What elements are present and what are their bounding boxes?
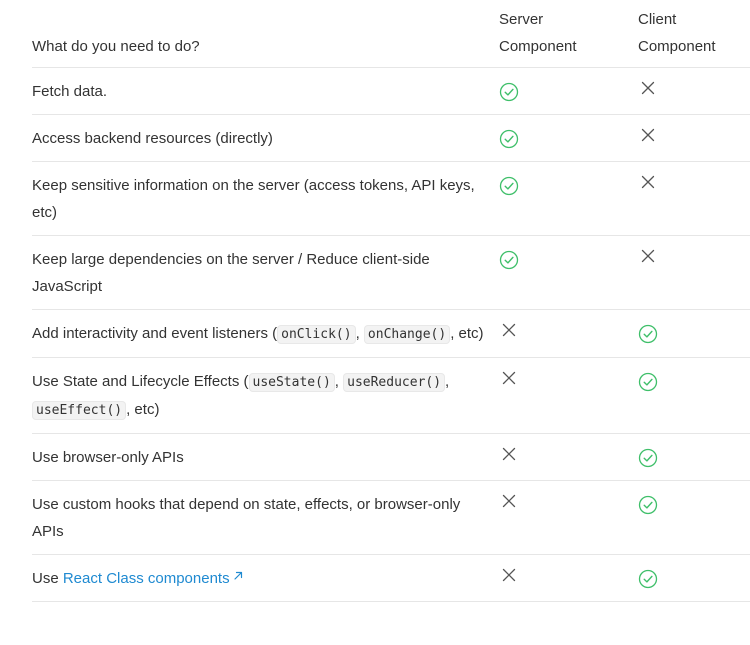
task-text: , etc) bbox=[126, 401, 160, 418]
x-icon bbox=[502, 371, 516, 385]
comparison-table-container: What do you need to do? Server Component… bbox=[32, 0, 750, 602]
task-text: , bbox=[355, 325, 364, 342]
task-cell: Keep large dependencies on the server / … bbox=[32, 235, 499, 310]
client-support-cell bbox=[638, 433, 750, 481]
react-class-components-link[interactable]: React Class components bbox=[63, 570, 244, 587]
task-text: , etc) bbox=[450, 325, 484, 342]
task-cell: Access backend resources (directly) bbox=[32, 114, 499, 162]
table-row: Use custom hooks that depend on state, e… bbox=[32, 480, 750, 555]
header-client-component: Client Component bbox=[638, 0, 750, 68]
check-circle-icon bbox=[638, 569, 658, 589]
x-icon bbox=[641, 175, 655, 189]
server-support-cell bbox=[499, 433, 638, 481]
external-link-icon bbox=[233, 571, 242, 580]
check-circle-icon bbox=[499, 250, 519, 270]
task-cell: Use custom hooks that depend on state, e… bbox=[32, 480, 499, 555]
task-cell: Use State and Lifecycle Effects (useStat… bbox=[32, 357, 499, 434]
header-server-line1: Server bbox=[499, 11, 544, 28]
inline-code: useEffect() bbox=[32, 401, 127, 420]
task-text: Use bbox=[32, 570, 63, 587]
client-support-cell bbox=[638, 67, 750, 115]
task-text: Use custom hooks that depend on state, e… bbox=[32, 496, 461, 540]
task-text: Keep large dependencies on the server / … bbox=[32, 251, 430, 295]
client-support-cell bbox=[638, 309, 750, 358]
task-text: , bbox=[334, 373, 344, 390]
task-text: Access backend resources (directly) bbox=[32, 130, 273, 147]
client-support-cell bbox=[638, 554, 750, 602]
check-circle-icon bbox=[638, 495, 658, 515]
server-support-cell bbox=[499, 235, 638, 310]
check-circle-icon bbox=[499, 176, 519, 196]
client-support-cell bbox=[638, 357, 750, 434]
header-task: What do you need to do? bbox=[32, 0, 499, 68]
task-cell: Fetch data. bbox=[32, 67, 499, 115]
x-icon bbox=[641, 249, 655, 263]
header-task-label: What do you need to do? bbox=[32, 38, 200, 55]
inline-code: onChange() bbox=[363, 325, 451, 344]
table-row: Access backend resources (directly) bbox=[32, 114, 750, 162]
inline-code: useState() bbox=[248, 373, 335, 392]
header-server-component: Server Component bbox=[499, 0, 638, 68]
check-circle-icon bbox=[638, 448, 658, 468]
table-row: Use browser-only APIs bbox=[32, 433, 750, 481]
table-header: What do you need to do? Server Component… bbox=[32, 0, 750, 68]
server-support-cell bbox=[499, 114, 638, 162]
table-row: Add interactivity and event listeners (o… bbox=[32, 309, 750, 358]
table-row: Use React Class components bbox=[32, 554, 750, 602]
task-cell: Add interactivity and event listeners (o… bbox=[32, 309, 499, 358]
client-support-cell bbox=[638, 114, 750, 162]
client-support-cell bbox=[638, 161, 750, 236]
server-support-cell bbox=[499, 554, 638, 602]
server-support-cell bbox=[499, 67, 638, 115]
table-row: Use State and Lifecycle Effects (useStat… bbox=[32, 357, 750, 434]
server-support-cell bbox=[499, 480, 638, 555]
table-row: Fetch data. bbox=[32, 67, 750, 115]
link-label: React Class components bbox=[62, 570, 230, 587]
server-vs-client-table: What do you need to do? Server Component… bbox=[32, 0, 750, 602]
server-support-cell bbox=[499, 357, 638, 434]
server-support-cell bbox=[499, 309, 638, 358]
header-client-line1: Client bbox=[638, 11, 677, 28]
x-icon bbox=[502, 323, 516, 337]
x-icon bbox=[502, 494, 516, 508]
server-support-cell bbox=[499, 161, 638, 236]
check-circle-icon bbox=[499, 129, 519, 149]
client-support-cell bbox=[638, 235, 750, 310]
x-icon bbox=[641, 128, 655, 142]
task-cell: Use React Class components bbox=[32, 554, 499, 602]
task-text: Keep sensitive information on the server… bbox=[32, 177, 475, 221]
table-row: Keep sensitive information on the server… bbox=[32, 161, 750, 236]
task-text: Add interactivity and event listeners ( bbox=[32, 325, 278, 342]
x-icon bbox=[502, 447, 516, 461]
task-text: Use State and Lifecycle Effects ( bbox=[32, 373, 249, 390]
x-icon bbox=[641, 81, 655, 95]
task-text: , bbox=[445, 373, 450, 390]
task-cell: Keep sensitive information on the server… bbox=[32, 161, 499, 236]
table-body: Fetch data. Access backend resources (dir… bbox=[32, 67, 750, 602]
check-circle-icon bbox=[638, 324, 658, 344]
client-support-cell bbox=[638, 480, 750, 555]
x-icon bbox=[502, 568, 516, 582]
task-text: Fetch data. bbox=[32, 83, 108, 100]
task-cell: Use browser-only APIs bbox=[32, 433, 499, 481]
header-server-line2: Component bbox=[499, 38, 577, 55]
check-circle-icon bbox=[499, 82, 519, 102]
task-text: Use browser-only APIs bbox=[32, 449, 184, 466]
check-circle-icon bbox=[638, 372, 658, 392]
inline-code: useReducer() bbox=[343, 373, 446, 392]
header-row: What do you need to do? Server Component… bbox=[32, 0, 750, 68]
table-row: Keep large dependencies on the server / … bbox=[32, 235, 750, 310]
inline-code: onClick() bbox=[277, 325, 356, 344]
header-client-line2: Component bbox=[638, 38, 716, 55]
